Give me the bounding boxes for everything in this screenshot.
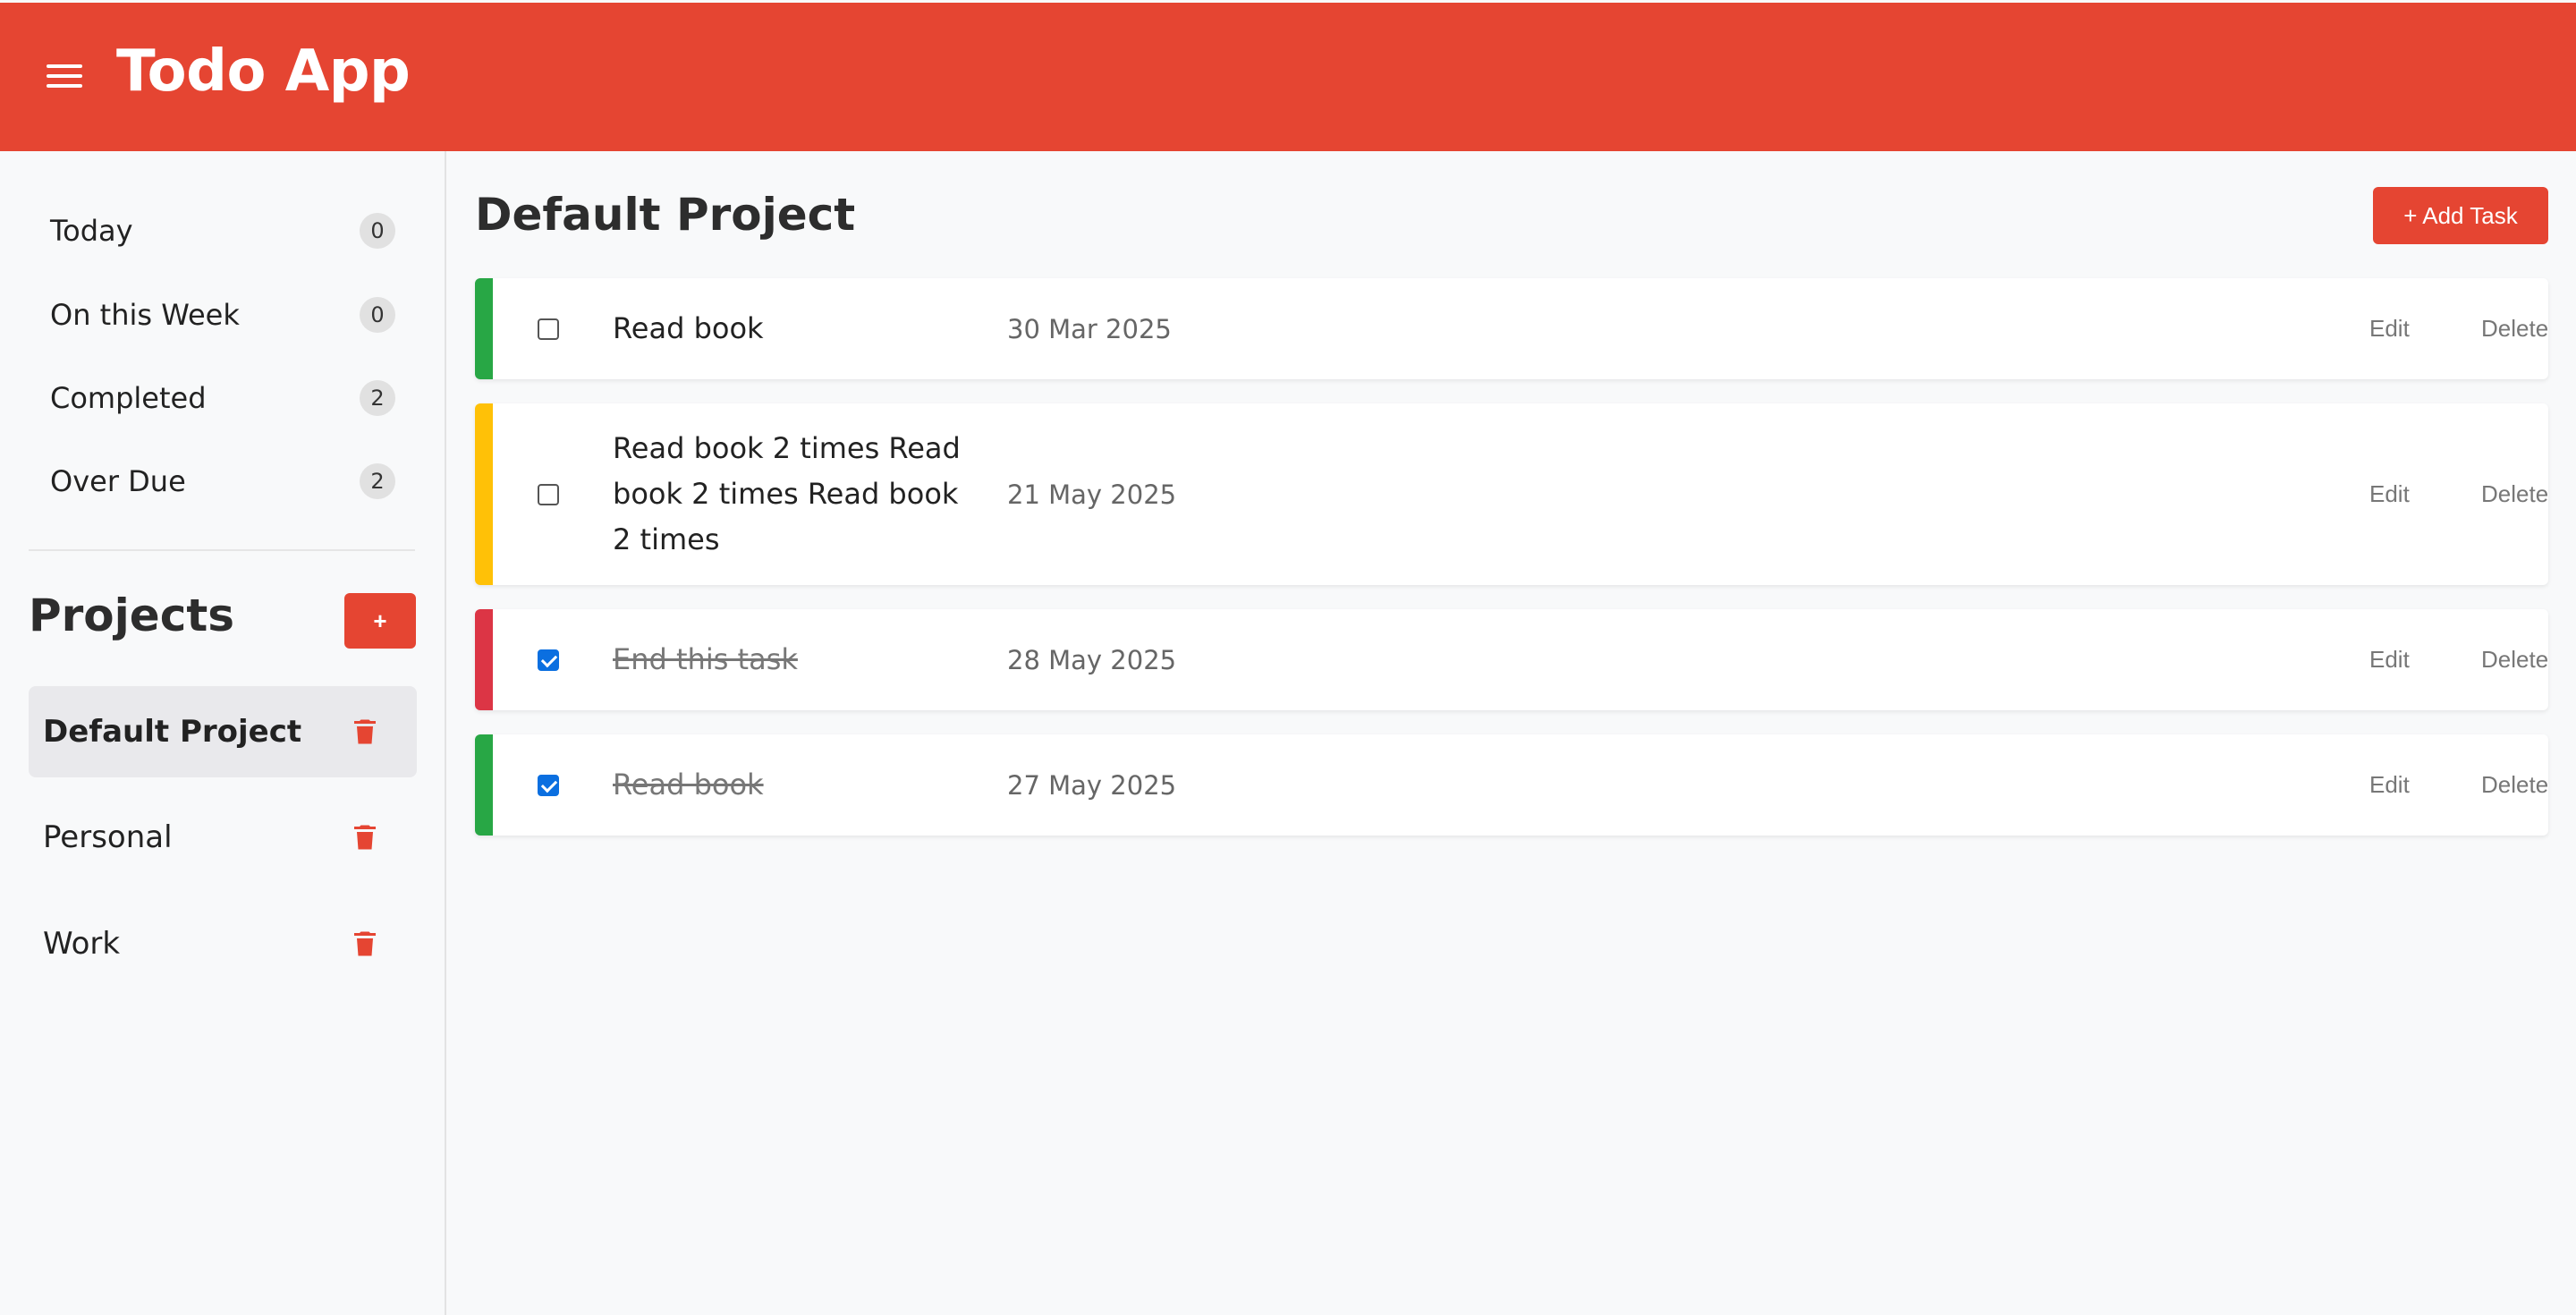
filter-label: Over Due (50, 464, 186, 498)
priority-bar (475, 734, 493, 836)
delete-button[interactable]: Delete (2481, 480, 2548, 508)
filter-completed[interactable]: Completed 2 (29, 367, 395, 429)
project-item-personal[interactable]: Personal (29, 792, 417, 883)
task-title: Read book 2 times Read book 2 times Read… (613, 431, 961, 556)
task-card: Read book 27 May 2025 Edit Delete (475, 734, 2548, 836)
add-task-button[interactable]: + Add Task (2373, 187, 2548, 244)
project-name: Personal (43, 819, 173, 855)
app-title: Todo App (116, 38, 411, 105)
project-name: Work (43, 926, 121, 962)
count-badge: 2 (360, 463, 395, 499)
delete-button[interactable]: Delete (2481, 646, 2548, 674)
count-badge: 2 (360, 380, 395, 416)
filter-over-due[interactable]: Over Due 2 (29, 450, 395, 513)
sidebar-divider (29, 549, 415, 551)
delete-button[interactable]: Delete (2481, 771, 2548, 799)
trash-icon[interactable] (349, 928, 381, 960)
task-title: Read book (613, 311, 764, 345)
page-title: Default Project (475, 189, 856, 241)
count-badge: 0 (360, 213, 395, 249)
add-project-button[interactable]: + (344, 593, 416, 649)
count-badge: 0 (360, 297, 395, 333)
filter-this-week[interactable]: On this Week 0 (29, 284, 395, 346)
edit-button[interactable]: Edit (2369, 771, 2410, 799)
project-item-default[interactable]: Default Project (29, 686, 417, 777)
delete-button[interactable]: Delete (2481, 315, 2548, 343)
priority-bar (475, 609, 493, 710)
priority-bar (475, 278, 493, 379)
trash-icon[interactable] (349, 716, 381, 748)
hamburger-menu-icon[interactable] (47, 64, 82, 88)
task-card: End this task 28 May 2025 Edit Delete (475, 609, 2548, 710)
task-title: Read book (613, 768, 764, 802)
edit-button[interactable]: Edit (2369, 315, 2410, 343)
filter-label: On this Week (50, 298, 240, 332)
project-item-work[interactable]: Work (29, 898, 417, 989)
task-card: Read book 30 Mar 2025 Edit Delete (475, 278, 2548, 379)
task-date: 28 May 2025 (1007, 644, 1177, 675)
filter-label: Completed (50, 381, 207, 415)
project-name: Default Project (43, 714, 302, 750)
edit-button[interactable]: Edit (2369, 646, 2410, 674)
task-date: 21 May 2025 (1007, 479, 1177, 510)
projects-heading: Projects (29, 590, 235, 641)
task-checkbox[interactable] (538, 318, 559, 340)
edit-button[interactable]: Edit (2369, 480, 2410, 508)
task-card: Read book 2 times Read book 2 times Read… (475, 403, 2548, 585)
task-title: End this task (613, 642, 798, 676)
sidebar: Today 0 On this Week 0 Completed 2 Over … (0, 151, 446, 1315)
task-date: 30 Mar 2025 (1007, 313, 1172, 344)
task-checkbox[interactable] (538, 483, 559, 505)
task-date: 27 May 2025 (1007, 769, 1177, 801)
main-content: Default Project + Add Task Read book 30 … (448, 151, 2576, 1315)
app-header: Todo App (0, 3, 2576, 151)
filter-label: Today (50, 214, 133, 248)
trash-icon[interactable] (349, 821, 381, 853)
task-checkbox[interactable] (538, 774, 559, 796)
priority-bar (475, 403, 493, 585)
task-checkbox[interactable] (538, 649, 559, 671)
filter-today[interactable]: Today 0 (29, 199, 395, 262)
